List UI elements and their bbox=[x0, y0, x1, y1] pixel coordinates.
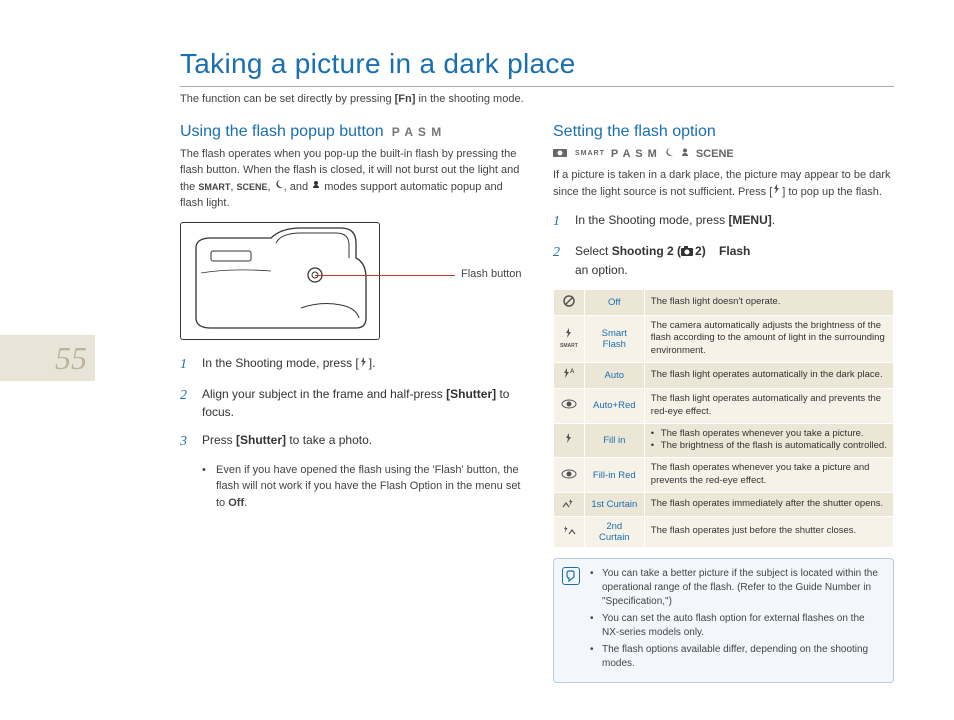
fillin-icon bbox=[554, 423, 585, 458]
smart-camera-icon bbox=[553, 147, 569, 160]
page-title: Taking a picture in a dark place bbox=[180, 48, 894, 80]
title-rule bbox=[180, 86, 894, 87]
second-curtain-icon bbox=[554, 516, 585, 547]
mode-icons-row: SMART P A S M SCENE bbox=[553, 147, 894, 160]
svg-text:A: A bbox=[570, 369, 575, 375]
tip-item: You can take a better picture if the sub… bbox=[590, 567, 883, 609]
beauty-mode-icon bbox=[311, 179, 321, 195]
step-3: 3 Press [Shutter] to take a photo. bbox=[180, 431, 521, 452]
table-row: SMART Smart Flash The camera automatical… bbox=[554, 315, 894, 362]
scene-mode-icon: SCENE bbox=[236, 182, 267, 192]
tip-item: You can set the auto flash option for ex… bbox=[590, 612, 883, 640]
step-r1: 1 In the Shooting mode, press [MENU]. bbox=[553, 211, 894, 232]
step-1: 1 In the Shooting mode, press []. bbox=[180, 354, 521, 375]
tip-item: The flash options available differ, depe… bbox=[590, 643, 883, 671]
left-column: Using the flash popup button P A S M The… bbox=[180, 123, 521, 683]
page-content: Taking a picture in a dark place The fun… bbox=[0, 0, 954, 713]
table-row: Fill in The flash operates whenever you … bbox=[554, 423, 894, 458]
step-2: 2 Align your subject in the frame and ha… bbox=[180, 385, 521, 421]
heading-flash-option: Setting the flash option bbox=[553, 123, 894, 141]
auto-flash-icon: A bbox=[554, 363, 585, 389]
table-row: Auto+Red The flash light operates automa… bbox=[554, 389, 894, 424]
first-curtain-icon bbox=[554, 492, 585, 516]
table-row: A Auto The flash light operates automati… bbox=[554, 363, 894, 389]
smart-flash-icon: SMART bbox=[554, 315, 585, 362]
subtitle: The function can be set directly by pres… bbox=[180, 93, 894, 105]
camera-icon bbox=[681, 243, 695, 261]
flash-icon bbox=[772, 184, 782, 200]
person-icon bbox=[680, 147, 690, 160]
auto-red-icon bbox=[554, 389, 585, 424]
note-left: Even if you have opened the flash using … bbox=[202, 462, 521, 512]
note-icon bbox=[562, 567, 580, 585]
heading-flash-popup: Using the flash popup button P A S M bbox=[180, 123, 521, 141]
off-icon bbox=[554, 289, 585, 315]
camera-diagram: Flash button bbox=[180, 222, 380, 340]
callout-line bbox=[315, 275, 455, 276]
page-number: 55 bbox=[0, 335, 95, 381]
flash-icon bbox=[359, 354, 369, 372]
table-row: Off The flash light doesn't operate. bbox=[554, 289, 894, 315]
night-icon bbox=[664, 147, 674, 160]
mode-icons-pasm: P A S M bbox=[392, 125, 443, 139]
table-row: 2nd Curtain The flash operates just befo… bbox=[554, 516, 894, 547]
flash-options-table: Off The flash light doesn't operate. SMA… bbox=[553, 289, 894, 548]
intro-left: The flash operates when you pop-up the b… bbox=[180, 147, 521, 212]
step-r2: 2 Select Shooting 2 (2) Flashan option. bbox=[553, 242, 894, 279]
table-row: 1st Curtain The flash operates immediate… bbox=[554, 492, 894, 516]
fillin-red-icon bbox=[554, 458, 585, 493]
right-column: Setting the flash option SMART P A S M S… bbox=[553, 123, 894, 683]
tip-box: You can take a better picture if the sub… bbox=[553, 558, 894, 683]
flash-button-label: Flash button bbox=[461, 268, 522, 280]
intro-right: If a picture is taken in a dark place, t… bbox=[553, 168, 894, 201]
steps-right: 1 In the Shooting mode, press [MENU]. 2 … bbox=[553, 211, 894, 279]
steps-left: 1 In the Shooting mode, press []. 2 Alig… bbox=[180, 354, 521, 452]
smart-mode-icon: SMART bbox=[198, 182, 230, 192]
table-row: Fill-in Red The flash operates whenever … bbox=[554, 458, 894, 493]
night-mode-icon bbox=[274, 179, 284, 195]
